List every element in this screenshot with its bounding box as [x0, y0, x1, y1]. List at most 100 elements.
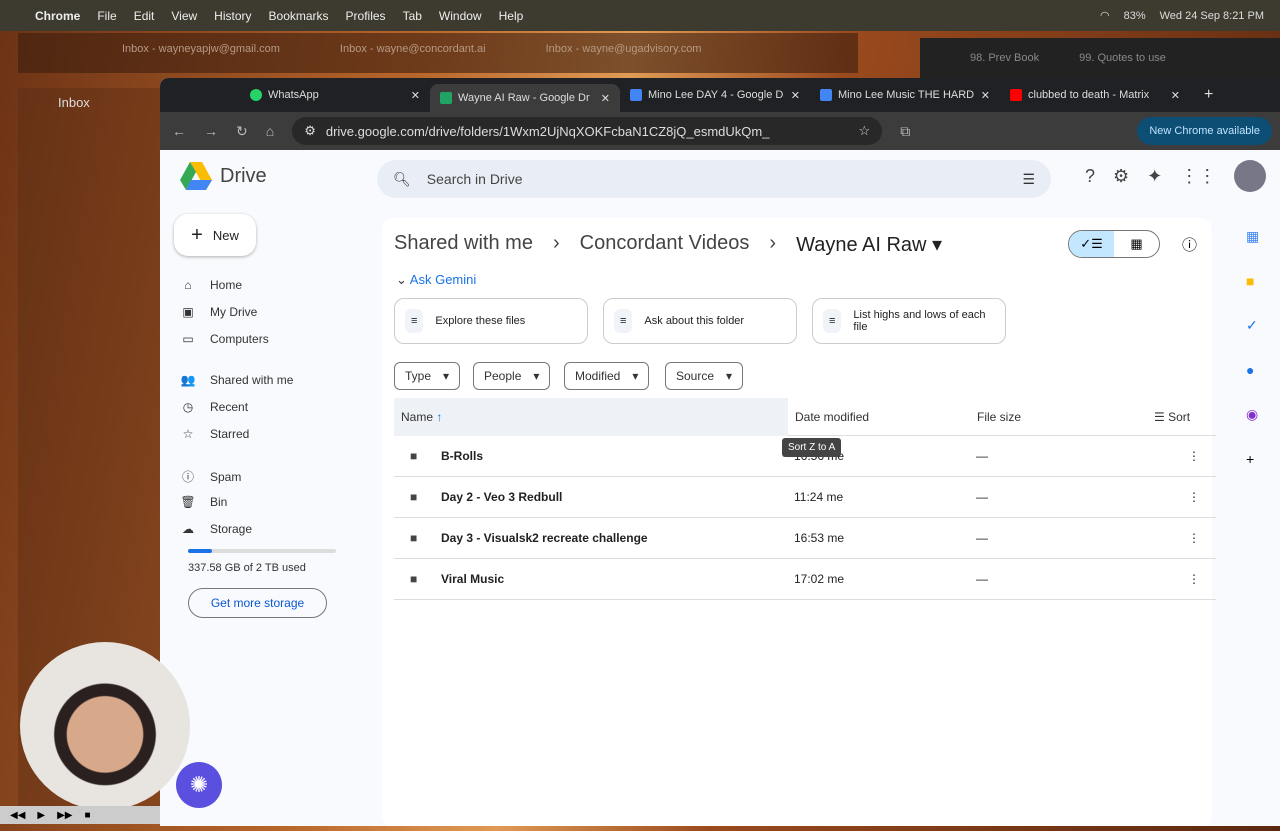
menu-file[interactable]: File	[97, 9, 116, 23]
filter-modified[interactable]: Modified ▾	[564, 362, 650, 390]
tab-youtube[interactable]: clubbed to death - Matrix ✕	[1000, 81, 1190, 109]
addon-icon[interactable]: ◉	[1246, 406, 1259, 423]
list-view-icon[interactable]: ✓☰	[1069, 231, 1114, 257]
wifi-icon[interactable]: ◠	[1100, 9, 1110, 22]
bg-tab[interactable]: 98. Prev Book	[970, 52, 1039, 78]
menu-profiles[interactable]: Profiles	[346, 9, 386, 23]
assistant-bubble-icon[interactable]: ✺	[176, 762, 222, 808]
battery-text[interactable]: 83%	[1124, 10, 1146, 22]
filter-people[interactable]: People ▾	[473, 362, 551, 390]
sidebar-item-spam[interactable]: ⓘ Spam	[180, 468, 241, 485]
apps-grid-icon[interactable]: ⋮⋮	[1180, 166, 1216, 192]
stop-icon[interactable]: ■	[84, 810, 90, 821]
avatar[interactable]	[1234, 160, 1267, 192]
tab-drive[interactable]: Wayne AI Raw - Google Dr ✕	[430, 84, 620, 112]
bg-tab[interactable]: 99. Quotes to use	[1079, 52, 1166, 78]
tab-docs[interactable]: Mino Lee Music THE HARD ✕	[810, 81, 1000, 109]
play-icon[interactable]: ▶	[37, 810, 45, 821]
reload-icon[interactable]: ↻	[236, 123, 248, 140]
name-header-hover[interactable]	[394, 398, 788, 436]
sidebar-item-bin[interactable]: 🗑 Bin	[180, 495, 227, 509]
bookmark-star-icon[interactable]: ☆	[859, 123, 871, 139]
more-options-icon[interactable]: ⋮	[1188, 449, 1200, 463]
breadcrumb-item[interactable]: Shared with me	[394, 232, 533, 257]
column-name[interactable]: Name ↑	[401, 410, 442, 424]
close-icon[interactable]: ✕	[601, 92, 610, 105]
sort-button[interactable]: ☰ Sort	[1154, 410, 1190, 424]
add-addon-icon[interactable]: +	[1246, 451, 1259, 467]
sidebar-item-starred[interactable]: ☆ Starred	[180, 427, 250, 441]
table-row[interactable]: ■ Day 3 - Visualsk2 recreate challenge 1…	[394, 518, 1216, 559]
menu-view[interactable]: View	[171, 9, 197, 23]
extensions-icon[interactable]: ⧉	[900, 123, 910, 140]
sidebar-item-shared[interactable]: 👥 Shared with me	[180, 373, 294, 387]
sidebar-item-computers[interactable]: ▭ Computers	[180, 332, 268, 346]
tab-whatsapp[interactable]: WhatsApp ✕	[240, 81, 430, 109]
more-options-icon[interactable]: ⋮	[1188, 490, 1200, 504]
menu-history[interactable]: History	[214, 9, 251, 23]
menu-app[interactable]: Chrome	[35, 9, 80, 23]
settings-icon[interactable]: ⚙	[1113, 166, 1129, 192]
bg-tab[interactable]: Inbox - wayne@concordant.ai	[340, 43, 486, 73]
table-row[interactable]: ■ Day 2 - Veo 3 Redbull 11:24 me — ⋮	[394, 477, 1216, 518]
gemini-card-explore[interactable]: ≡ Explore these files	[394, 298, 588, 344]
menu-tab[interactable]: Tab	[403, 9, 422, 23]
search-icon[interactable]: 🔍︎	[393, 171, 411, 188]
column-date-modified[interactable]: Date modified	[795, 410, 869, 424]
keep-icon[interactable]: ■	[1246, 273, 1259, 289]
more-options-icon[interactable]: ⋮	[1188, 572, 1200, 586]
new-chrome-available-button[interactable]: New Chrome available	[1137, 117, 1272, 145]
filter-type[interactable]: Type ▾	[394, 362, 461, 390]
sidebar-item-my-drive[interactable]: ▣ My Drive	[180, 305, 257, 319]
bg-tab[interactable]: Inbox - wayneyapjw@gmail.com	[122, 43, 280, 73]
grid-view-icon[interactable]: ▦	[1114, 231, 1159, 257]
file-name[interactable]: Day 2 - Veo 3 Redbull	[441, 490, 562, 504]
search-input[interactable]: Search in Drive	[427, 171, 1007, 187]
ask-gemini-toggle[interactable]: ⌄ Ask Gemini	[396, 272, 476, 288]
get-more-storage-button[interactable]: Get more storage	[188, 588, 327, 618]
mail-title[interactable]: Inbox	[58, 95, 90, 110]
file-name[interactable]: Day 3 - Visualsk2 recreate challenge	[441, 531, 648, 545]
forward-icon[interactable]: →	[204, 123, 218, 139]
column-file-size[interactable]: File size	[977, 410, 1021, 424]
info-icon[interactable]: ⓘ	[1182, 234, 1197, 255]
contacts-icon[interactable]: ●	[1246, 362, 1259, 378]
search-bar[interactable]: 🔍︎ Search in Drive ☰	[377, 160, 1051, 198]
gemini-card-ask[interactable]: ≡ Ask about this folder	[603, 298, 797, 344]
site-info-icon[interactable]: ⚙	[304, 123, 316, 139]
gemini-icon[interactable]: ✦	[1147, 166, 1162, 192]
menu-help[interactable]: Help	[499, 9, 524, 23]
menu-window[interactable]: Window	[439, 9, 482, 23]
calendar-icon[interactable]: ▦	[1246, 228, 1259, 245]
current-folder[interactable]: Wayne AI Raw ▾	[796, 232, 942, 257]
rewind-icon[interactable]: ◀◀	[10, 810, 25, 821]
url-text[interactable]: drive.google.com/drive/folders/1Wxm2UjNq…	[326, 124, 849, 139]
sidebar-item-storage[interactable]: ☁ Storage	[180, 522, 252, 536]
new-tab-icon[interactable]: +	[1204, 86, 1213, 104]
file-name[interactable]: Viral Music	[441, 572, 504, 586]
sort-ascending-icon[interactable]: ↑	[436, 410, 442, 424]
fast-forward-icon[interactable]: ▶▶	[57, 810, 72, 821]
menu-bookmarks[interactable]: Bookmarks	[269, 9, 329, 23]
search-options-icon[interactable]: ☰	[1022, 171, 1035, 188]
menu-edit[interactable]: Edit	[134, 9, 155, 23]
bg-tab[interactable]: Inbox - wayne@ugadvisory.com	[546, 43, 702, 73]
close-icon[interactable]: ✕	[791, 89, 800, 102]
back-icon[interactable]: ←	[172, 123, 186, 139]
file-name[interactable]: B-Rolls	[441, 449, 483, 463]
filter-source[interactable]: Source ▾	[665, 362, 744, 390]
clock[interactable]: Wed 24 Sep 8:21 PM	[1160, 10, 1264, 22]
home-icon[interactable]: ⌂	[266, 123, 274, 139]
breadcrumb-item[interactable]: Concordant Videos	[580, 232, 750, 257]
table-row[interactable]: ■ Viral Music 17:02 me — ⋮	[394, 559, 1216, 600]
close-icon[interactable]: ✕	[411, 89, 420, 102]
help-icon[interactable]: ?	[1085, 166, 1095, 192]
close-icon[interactable]: ✕	[981, 89, 990, 102]
drive-logo[interactable]: Drive	[180, 162, 267, 190]
sidebar-item-home[interactable]: ⌂ Home	[180, 278, 242, 292]
more-options-icon[interactable]: ⋮	[1188, 531, 1200, 545]
close-icon[interactable]: ✕	[1171, 89, 1180, 102]
address-bar[interactable]: ⚙ drive.google.com/drive/folders/1Wxm2Uj…	[292, 117, 883, 145]
sidebar-item-recent[interactable]: ◷ Recent	[180, 400, 248, 414]
gemini-card-highs-lows[interactable]: ≡ List highs and lows of each file	[812, 298, 1006, 344]
